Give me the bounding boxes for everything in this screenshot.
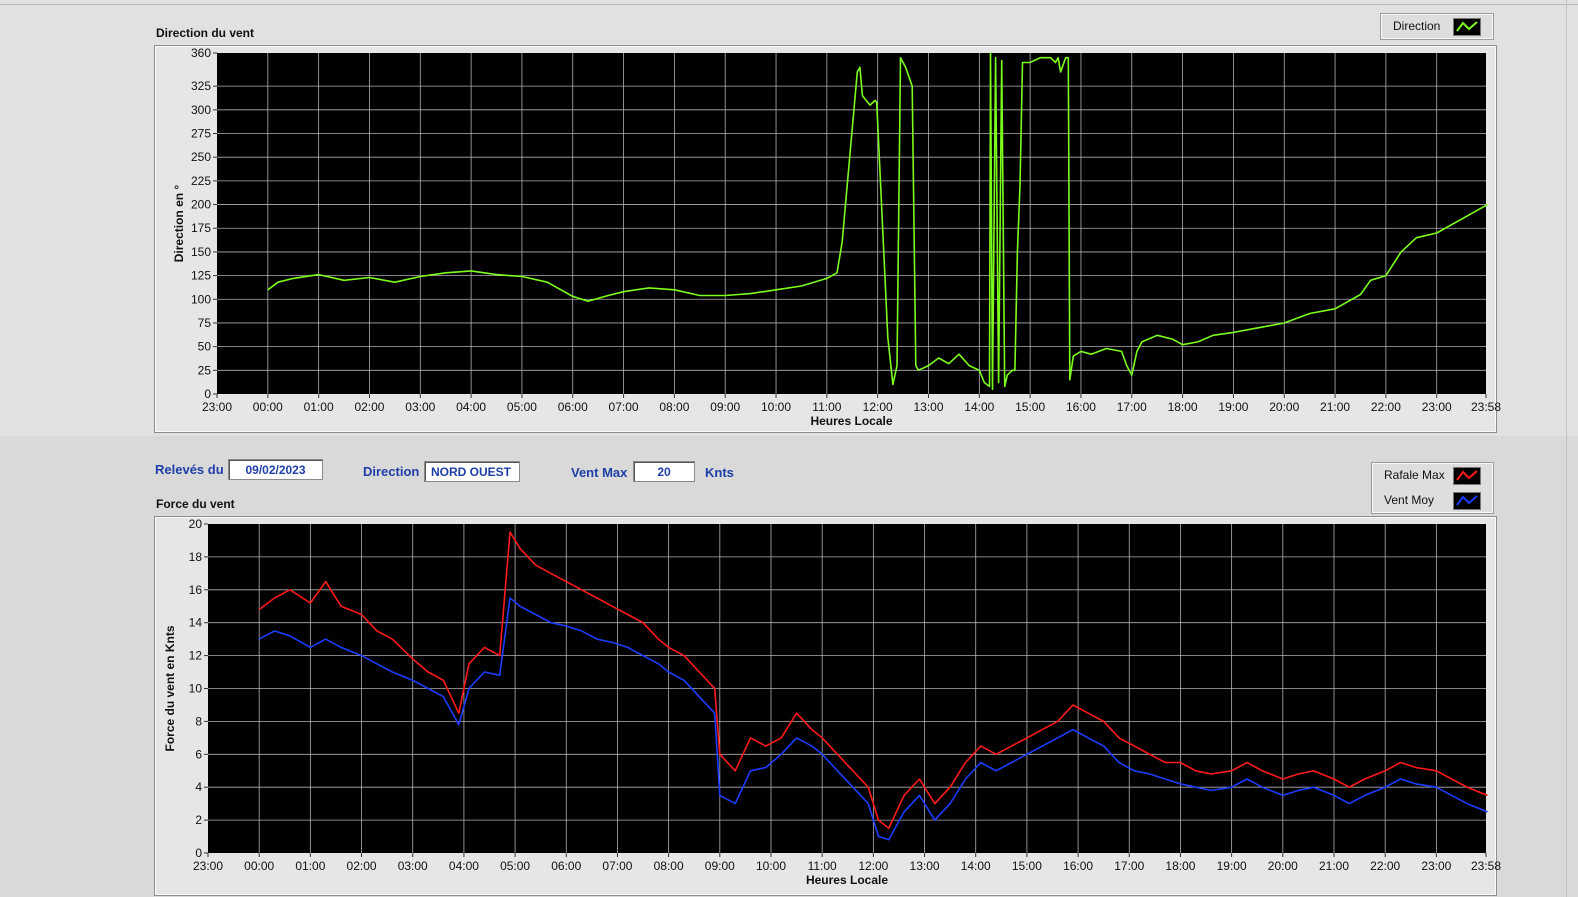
force-ytick-label-1: 2 — [195, 813, 202, 827]
force-ytick-label-2: 4 — [195, 780, 202, 794]
force-xtick-label-12: 11:00 — [808, 859, 837, 873]
force-xtick-label-5: 04:00 — [449, 859, 479, 873]
force-ytick-label-5: 10 — [189, 682, 203, 696]
force-xtick-label-21: 20:00 — [1268, 859, 1298, 873]
force-xtick-label-22: 21:00 — [1319, 859, 1349, 873]
force-ytick-label-3: 6 — [195, 747, 202, 761]
force-xtick-label-13: 12:00 — [858, 859, 888, 873]
force-xtick-label-17: 16:00 — [1063, 859, 1093, 873]
force-ytick-label-7: 14 — [189, 616, 203, 630]
force-xtick-label-15: 14:00 — [961, 859, 991, 873]
force-xtick-label-8: 07:00 — [602, 859, 632, 873]
force-ytick-label-4: 8 — [195, 714, 202, 728]
force-xtick-label-24: 23:00 — [1421, 859, 1451, 873]
force-ylabel: Force du vent en Knts — [163, 625, 177, 751]
force-xtick-label-7: 06:00 — [551, 859, 581, 873]
force-xlabel: Heures Locale — [806, 873, 888, 887]
force-xtick-label-3: 02:00 — [347, 859, 377, 873]
force-xtick-label-23: 22:00 — [1370, 859, 1400, 873]
force-ytick-label-0: 0 — [195, 846, 202, 860]
force-xtick-label-1: 00:00 — [244, 859, 274, 873]
force-chart: 23:00 00:00 01:00 02:00 03:00 04:00 05:00 06:00… — [163, 517, 1501, 887]
force-xtick-label-6: 05:00 — [500, 859, 530, 873]
force-xtick-label-2: 01:00 — [295, 859, 325, 873]
force-xtick-label-20: 19:00 — [1217, 859, 1247, 873]
force-xtick-label-14: 13:00 — [910, 859, 940, 873]
force-xtick-label-18: 17:00 — [1114, 859, 1144, 873]
force-xtick-label-11: 10:00 — [756, 859, 786, 873]
force-xtick-label-19: 18:00 — [1165, 859, 1195, 873]
force-ytick-label-6: 12 — [189, 649, 203, 663]
force-xtick-label-25: 23:58 — [1471, 859, 1501, 873]
force-xtick-label-16: 15:00 — [1012, 859, 1042, 873]
force-ytick-label-10: 20 — [189, 517, 203, 531]
force-xtick-label-9: 08:00 — [654, 859, 684, 873]
force-xtick-label-0: 23:00 — [193, 859, 223, 873]
force-ytick-label-9: 18 — [189, 550, 203, 564]
force-xtick-label-10: 09:00 — [705, 859, 735, 873]
force-ytick-label-8: 16 — [189, 583, 203, 597]
force-xtick-label-4: 03:00 — [398, 859, 428, 873]
